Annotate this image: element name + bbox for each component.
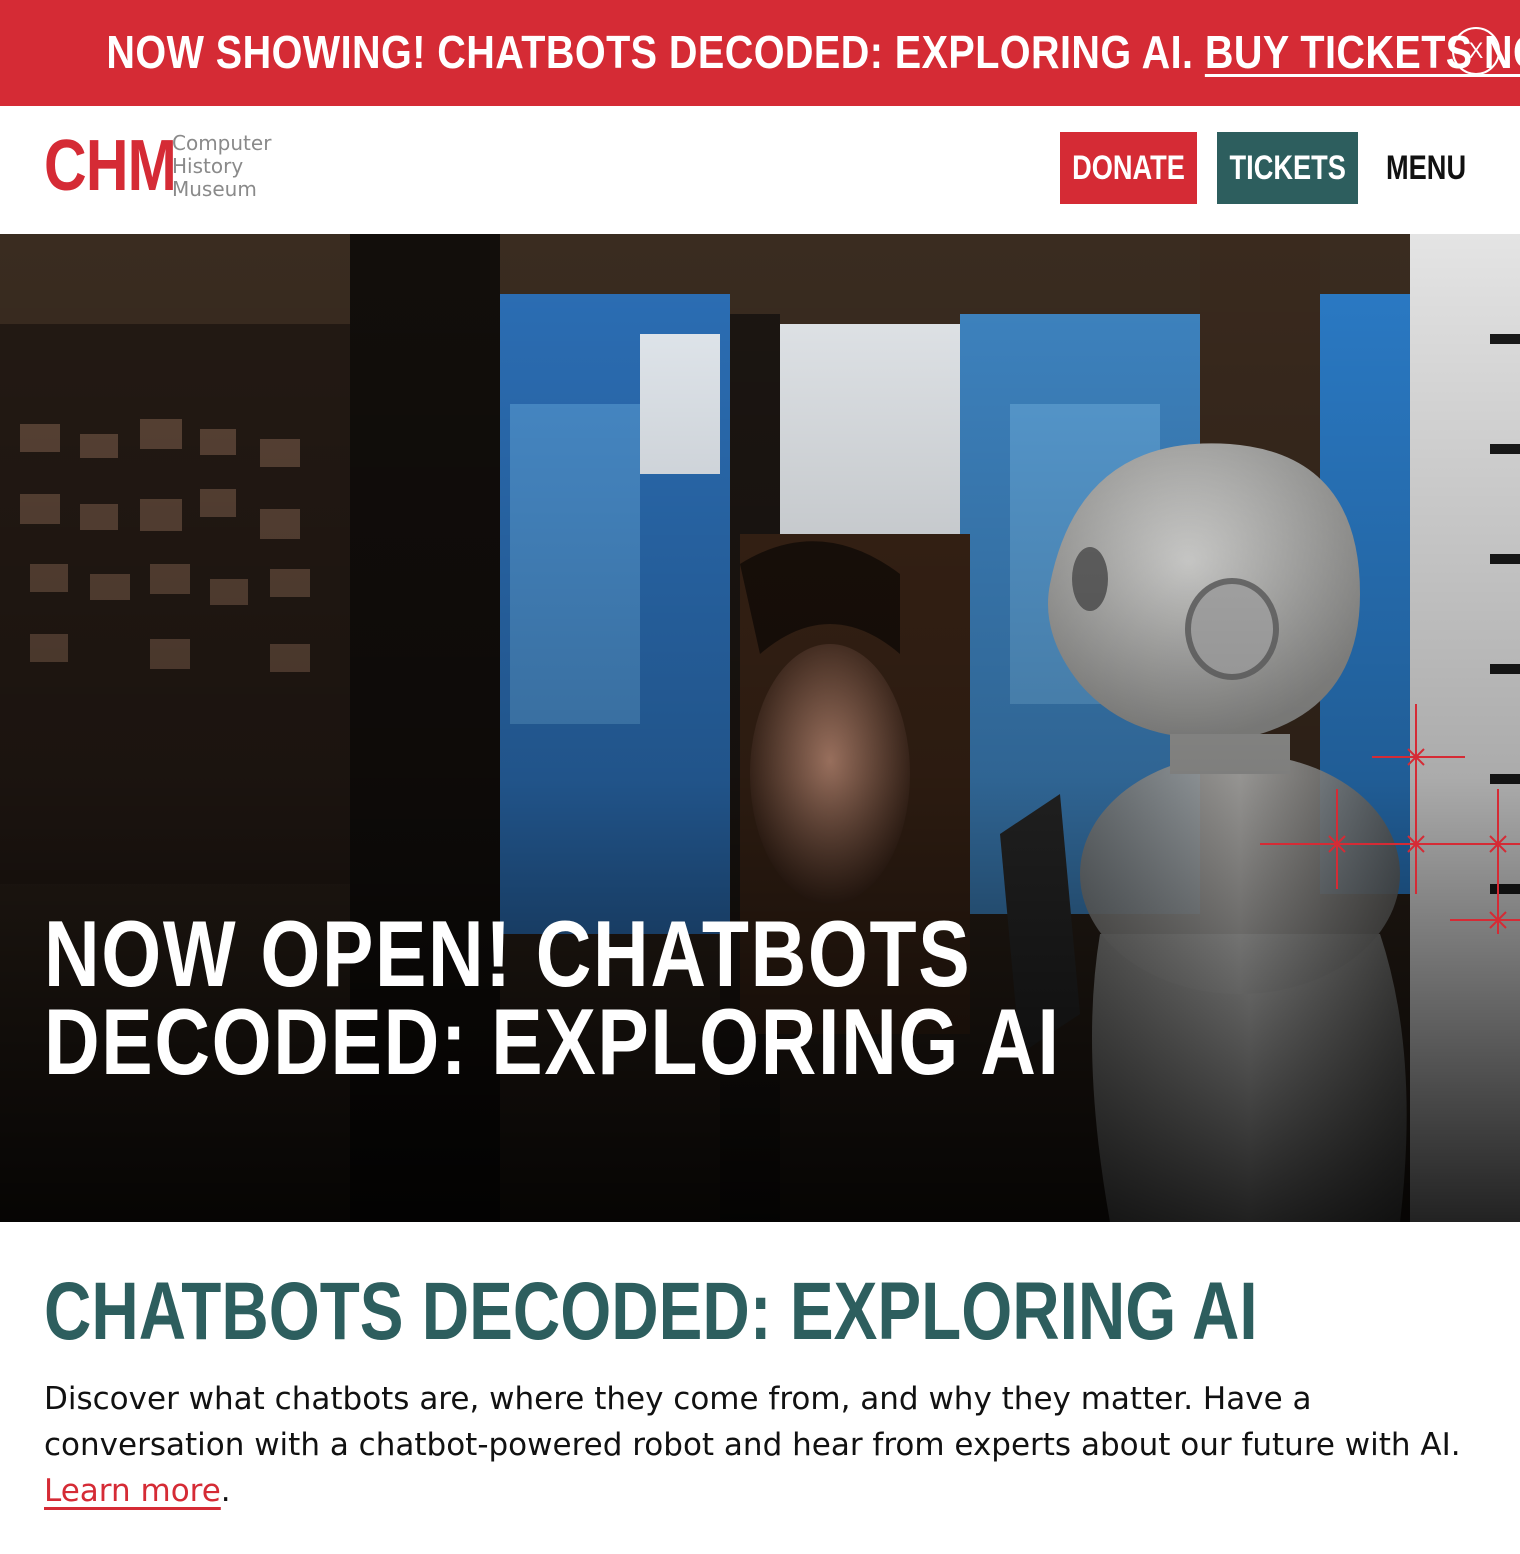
- hero-title: NOW OPEN! CHATBOTS DECODED: EXPLORING AI: [44, 901, 1061, 1094]
- announcement-bar: NOW SHOWING! CHATBOTS DECODED: EXPLORING…: [0, 0, 1520, 106]
- announcement-text: NOW SHOWING! CHATBOTS DECODED: EXPLORING…: [106, 22, 1520, 82]
- logo-word: Museum: [172, 176, 257, 201]
- close-icon: X: [1468, 38, 1484, 63]
- exhibit-title: CHATBOTS DECODED: EXPLORING AI: [44, 1266, 1258, 1357]
- logo-word: History: [172, 153, 244, 178]
- chm-logo[interactable]: CHM Computer History Museum: [44, 128, 271, 204]
- hero-banner: NOW OPEN! CHATBOTS DECODED: EXPLORING AI: [0, 234, 1520, 1222]
- exhibit-description: Discover what chatbots are, where they c…: [44, 1376, 1464, 1514]
- logo-mark: CHM: [44, 126, 177, 206]
- menu-button[interactable]: MENU: [1380, 132, 1472, 204]
- donate-label: DONATE: [1072, 148, 1185, 187]
- tickets-label: TICKETS: [1229, 148, 1346, 187]
- learn-more-link[interactable]: Learn more: [44, 1473, 221, 1509]
- tickets-button[interactable]: TICKETS: [1217, 132, 1358, 204]
- description-text: Discover what chatbots are, where they c…: [44, 1381, 1461, 1463]
- menu-label: MENU: [1385, 148, 1467, 187]
- logo-wordmark: Computer History Museum: [172, 130, 272, 201]
- announcement-message: NOW SHOWING! CHATBOTS DECODED: EXPLORING…: [106, 26, 1205, 78]
- donate-button[interactable]: DONATE: [1060, 132, 1197, 204]
- logo-word: Computer: [172, 130, 272, 155]
- exhibit-summary: CHATBOTS DECODED: EXPLORING AI Discover …: [44, 1270, 1484, 1514]
- site-header: CHM Computer History Museum DONATE TICKE…: [0, 106, 1520, 234]
- description-end: .: [220, 1473, 231, 1509]
- close-announcement-button[interactable]: X: [1452, 27, 1500, 75]
